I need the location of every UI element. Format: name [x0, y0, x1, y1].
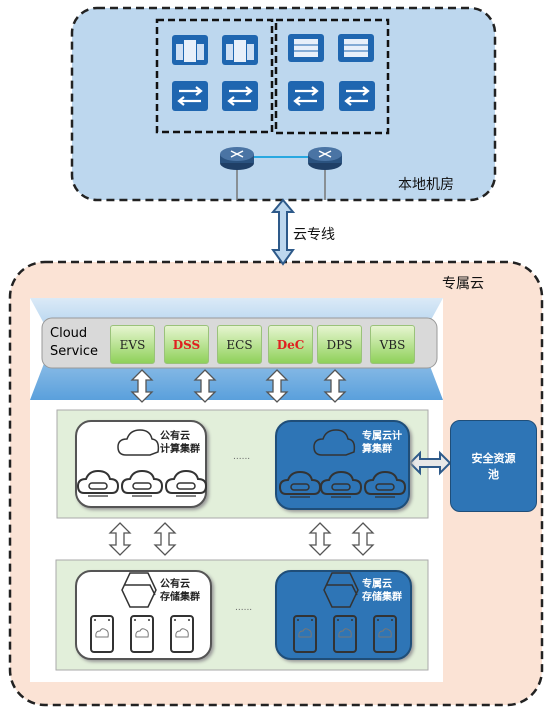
public-compute-label: 公有云 计算集群 [160, 431, 200, 455]
server-icon [222, 35, 258, 65]
cloud-service-label: Cloud Service [50, 326, 99, 359]
switch-icon [337, 79, 377, 113]
router-icon [219, 146, 255, 171]
service-dss[interactable]: DSS [164, 325, 209, 364]
service-dec[interactable]: DeC [268, 325, 313, 364]
dedicated-cloud-label: 专属云 [442, 276, 484, 292]
switch-icon [170, 79, 210, 113]
storage-icon [337, 33, 375, 63]
service-evs[interactable]: EVS [110, 325, 155, 364]
security-resource-pool[interactable]: 安全资源池 [450, 420, 537, 512]
dedicated-storage-label: 专属云 存储集群 [362, 579, 402, 603]
dedicated-compute-label: 专属云计 算集群 [362, 431, 402, 455]
router-icon [307, 146, 343, 171]
local-room-label: 本地机房 [398, 177, 454, 193]
link-label: 云专线 [293, 227, 335, 243]
server-icon [172, 35, 208, 65]
service-ecs[interactable]: ECS [217, 325, 262, 364]
switch-icon [220, 79, 260, 113]
public-storage-label: 公有云 存储集群 [160, 579, 200, 603]
service-dps[interactable]: DPS [317, 325, 362, 364]
ellipsis: ...... [235, 603, 253, 613]
service-vbs[interactable]: VBS [370, 325, 415, 364]
cloud-link-arrow [270, 198, 296, 266]
storage-icon [287, 33, 325, 63]
ellipsis: ...... [233, 452, 251, 462]
switch-icon [286, 79, 326, 113]
local-room-box [70, 6, 497, 202]
